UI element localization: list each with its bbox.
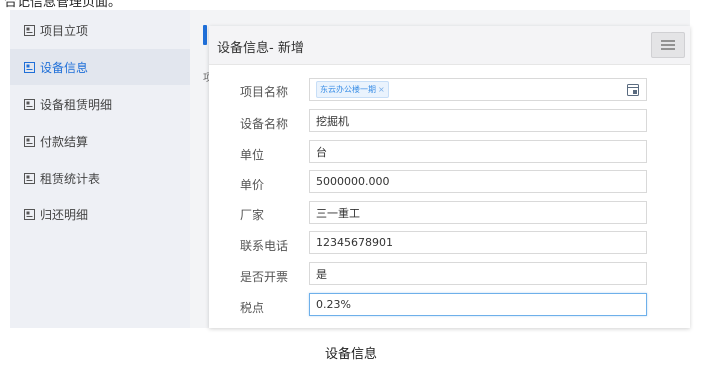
project-name-select[interactable]: 东云办公楼一期 × xyxy=(309,78,647,101)
sidebar-item-return-details[interactable]: 归还明细 xyxy=(10,196,190,232)
manufacturer-input[interactable]: 三一重工 xyxy=(309,201,647,224)
project-tag: 东云办公楼一期 × xyxy=(316,81,389,98)
top-text-fragment: 合记信息管理页面。 xyxy=(4,0,122,10)
sidebar-item-label: 设备信息 xyxy=(40,60,89,75)
sidebar-item-label: 付款结算 xyxy=(40,134,89,149)
sidebar-item-project-setup[interactable]: 项目立项 xyxy=(10,12,190,48)
form-icon xyxy=(24,208,35,220)
sidebar-item-label: 项目立项 xyxy=(40,23,89,38)
unit-input[interactable]: 台 xyxy=(309,140,647,163)
figure-caption: 设备信息 xyxy=(324,347,377,362)
manufacturer-label: 厂家 xyxy=(240,208,265,222)
invoice-label: 是否开票 xyxy=(240,270,289,284)
equipment-name-label: 设备名称 xyxy=(240,117,289,131)
tax-rate-input[interactable]: 0.23% xyxy=(309,293,647,316)
sidebar-item-label: 归还明细 xyxy=(40,207,89,222)
hamburger-icon xyxy=(661,40,675,50)
tab-accent-bar xyxy=(203,25,207,45)
phone-label: 联系电话 xyxy=(240,239,289,253)
phone-input[interactable]: 12345678901 xyxy=(309,231,647,254)
sidebar-item-rental-stats[interactable]: 租赁统计表 xyxy=(10,160,190,196)
add-equipment-dialog: 设备信息- 新增 项目名称 东云办公楼一期 × 设备名称 挖掘机 单位 台 单价… xyxy=(209,26,690,328)
project-name-label: 项目名称 xyxy=(240,85,289,99)
sidebar-item-equipment-info[interactable]: 设备信息 xyxy=(10,49,190,85)
tax-rate-label: 税点 xyxy=(240,301,265,315)
equipment-name-input[interactable]: 挖掘机 xyxy=(309,109,647,132)
form-icon xyxy=(24,98,35,110)
unit-price-label: 单价 xyxy=(240,178,265,192)
dialog-header: 设备信息- 新增 xyxy=(209,26,690,65)
form-icon xyxy=(24,61,35,73)
tag-remove-icon[interactable]: × xyxy=(378,85,385,94)
form-icon xyxy=(24,172,35,184)
sidebar-item-label: 设备租赁明细 xyxy=(40,97,113,112)
invoice-input[interactable]: 是 xyxy=(309,262,647,285)
unit-label: 单位 xyxy=(240,148,265,162)
sidebar-nav: 项目立项 设备信息 设备租赁明细 付款结算 租赁统计表 归还明细 xyxy=(10,10,190,328)
form-icon xyxy=(24,135,35,147)
dialog-title: 设备信息- 新增 xyxy=(217,41,304,56)
project-tag-label: 东云办公楼一期 xyxy=(320,85,376,94)
form-icon xyxy=(24,24,35,36)
menu-button[interactable] xyxy=(651,32,685,58)
window-picker-icon[interactable] xyxy=(627,84,639,96)
sidebar-item-payment[interactable]: 付款结算 xyxy=(10,123,190,159)
unit-price-input[interactable]: 5000000.000 xyxy=(309,170,647,193)
sidebar-item-rental-details[interactable]: 设备租赁明细 xyxy=(10,86,190,122)
sidebar-item-label: 租赁统计表 xyxy=(40,171,101,186)
